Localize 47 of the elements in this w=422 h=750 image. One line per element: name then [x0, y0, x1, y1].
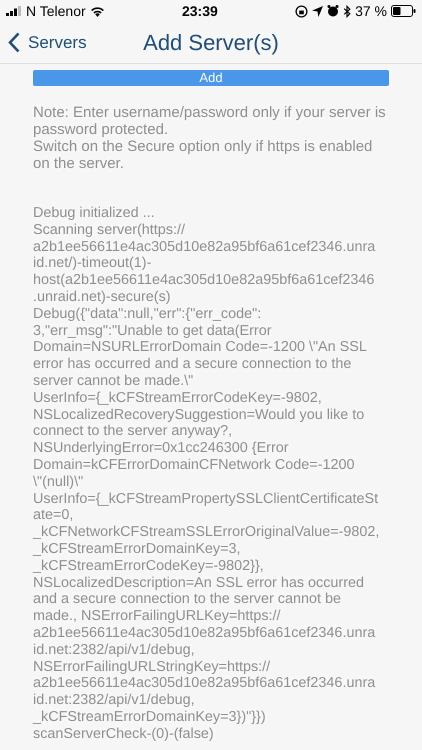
debug-log-line: a2b1ee56611e4ac305d10e82a95bf6a61cef2346.unra	[33, 238, 376, 256]
debug-log-line: UserInfo={_kCFStreamPropertySSLClientCertificateSt	[33, 490, 380, 508]
signal-icon	[6, 6, 22, 16]
carrier-name: N Telenor	[26, 2, 86, 20]
debug-log-line: connect to the server anyway?,	[33, 423, 234, 440]
debug-log-line: NSLocalizedRecoverySuggestion=Would you like to	[33, 406, 366, 424]
debug-log-line: NSUnderlyingError=0x1cc246300 {Error	[33, 440, 290, 457]
debug-log-line: 3,"err_msg":"Unable to get data(Error	[33, 322, 272, 340]
debug-log-line: Debug initialized ...	[33, 205, 156, 222]
debug-log-line: UserInfo={_kCFStreamErrorCodeKey=-9802,	[33, 390, 323, 407]
screen-title: Add Server(s)	[143, 29, 279, 57]
lock-rotation-icon	[295, 4, 308, 18]
debug-log-line: Domain=NSURLErrorDomain Code=-1200 \"An SSL	[33, 339, 368, 356]
debug-log-line: ate=0,	[33, 507, 74, 524]
debug-log-line: made., NSErrorFailingURLKey=https://	[33, 608, 282, 625]
debug-log-line: and a secure connection to the server cannot be	[33, 591, 342, 608]
debug-log-line: _kCFStreamErrorDomainKey=3,	[33, 540, 242, 558]
back-button[interactable]: Servers	[0, 30, 87, 56]
debug-log-line: id.net/)-timeout(1)-	[33, 255, 152, 272]
battery-icon	[391, 5, 416, 17]
debug-log-line: Debug({"data":null,"err":{"err_code":	[33, 306, 262, 323]
debug-log-line: host(a2b1ee56611e4ac305d10e82a95bf6a61cef2346	[33, 272, 376, 289]
debug-log-line: .unraid.net)-secure(s)	[33, 288, 172, 306]
debug-log-line: NSErrorFailingURLStringKey=https://	[33, 658, 272, 676]
debug-log-line: a2b1ee56611e4ac305d10e82a95bf6a61cef2346.unra	[33, 675, 376, 692]
battery-percent: 37 %	[355, 2, 387, 20]
debug-log-line: scanServerCheck-(0)-(false)	[33, 726, 215, 742]
debug-log-line: _kCFNetworkCFStreamSSLErrorOriginalValue=-9802,	[33, 524, 380, 541]
debug-log-line: error has occurred and a secure connection to the	[33, 356, 352, 373]
location-arrow-icon	[312, 6, 324, 16]
debug-log-line: _kCFStreamErrorCodeKey=-9802}},	[33, 558, 265, 575]
debug-log-line: Domain=kCFErrorDomainCFNetwork Code=-1200	[33, 456, 356, 474]
debug-log-line: _kCFStreamErrorDomainKey=3})"}})	[33, 708, 267, 726]
note-text: Note: Enter username/password only if your server is password protected.	[33, 104, 387, 138]
wifi-icon	[90, 6, 105, 16]
debug-log-line: Scanning server(https://	[33, 222, 186, 239]
alarm-clock-icon	[327, 5, 340, 17]
back-chevron-icon	[8, 32, 20, 53]
status-time: 23:39	[182, 2, 218, 20]
debug-log-line: server cannot be made.\"	[33, 372, 194, 390]
debug-log-line: \"(null)\"	[33, 474, 84, 491]
debug-log-line: id.net:2382/api/v1/debug,	[33, 642, 196, 659]
debug-log-line: id.net:2382/api/v1/debug,	[33, 692, 196, 709]
note-text: Switch on the Secure option only if https is enabled on the server.	[33, 138, 374, 172]
debug-log-line: NSLocalizedDescription=An SSL error has occurred	[33, 574, 366, 592]
bluetooth-icon	[343, 4, 352, 18]
debug-log-line: a2b1ee56611e4ac305d10e82a95bf6a61cef2346.unra	[33, 624, 376, 642]
